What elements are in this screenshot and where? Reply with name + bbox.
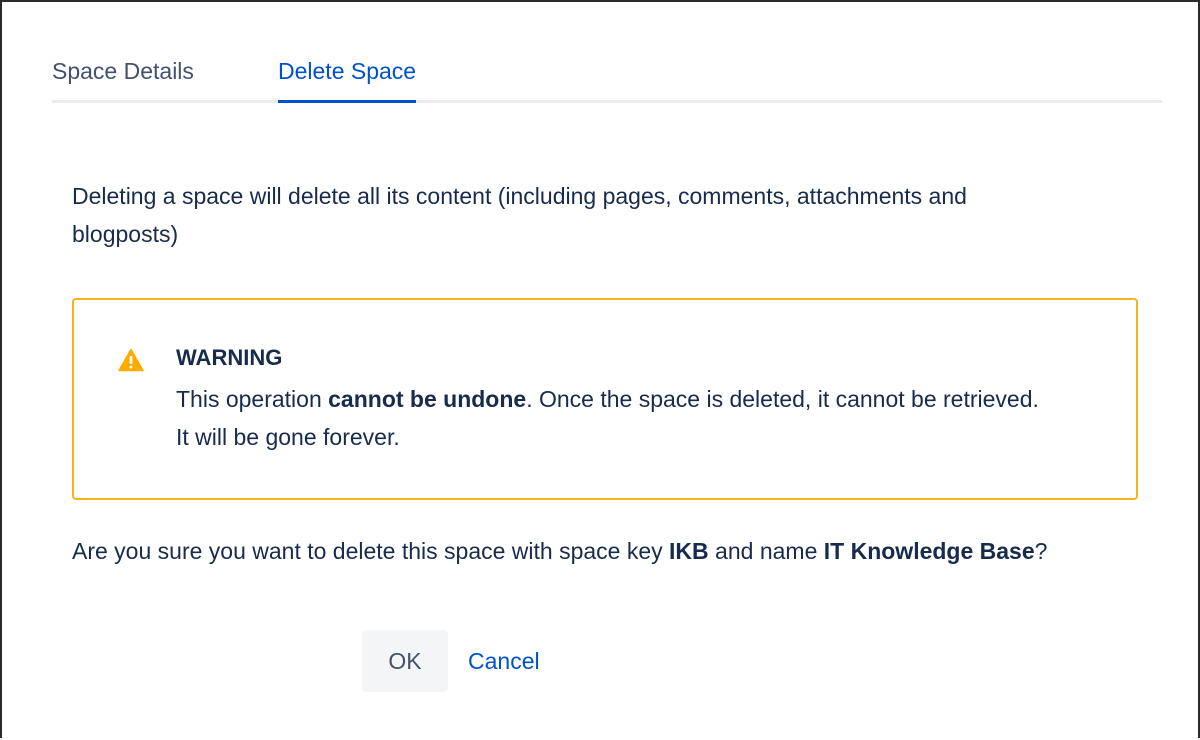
confirmation-question: Are you sure you want to delete this spa… bbox=[72, 532, 1102, 570]
question-middle: and name bbox=[708, 538, 824, 564]
question-prefix: Are you sure you want to delete this spa… bbox=[72, 538, 670, 564]
question-suffix: ? bbox=[1034, 538, 1048, 564]
ok-button[interactable]: OK bbox=[362, 630, 448, 692]
warning-message-emphasis: cannot be undone bbox=[328, 386, 527, 412]
warning-icon bbox=[118, 348, 144, 372]
cancel-link[interactable]: Cancel bbox=[468, 646, 540, 676]
warning-message: This operation cannot be undone. Once th… bbox=[176, 380, 1056, 456]
space-name: IT Knowledge Base bbox=[823, 538, 1035, 564]
tab-delete-space[interactable]: Delete Space bbox=[278, 56, 417, 103]
tab-bar: Space Details Delete Space bbox=[52, 56, 1162, 103]
warning-panel: WARNING This operation cannot be undone.… bbox=[72, 298, 1138, 500]
space-key: IKB bbox=[669, 538, 709, 564]
warning-message-prefix: This operation bbox=[176, 386, 329, 412]
delete-description: Deleting a space will delete all its con… bbox=[72, 183, 967, 247]
warning-title: WARNING bbox=[176, 345, 283, 370]
tab-space-details[interactable]: Space Details bbox=[52, 56, 194, 100]
